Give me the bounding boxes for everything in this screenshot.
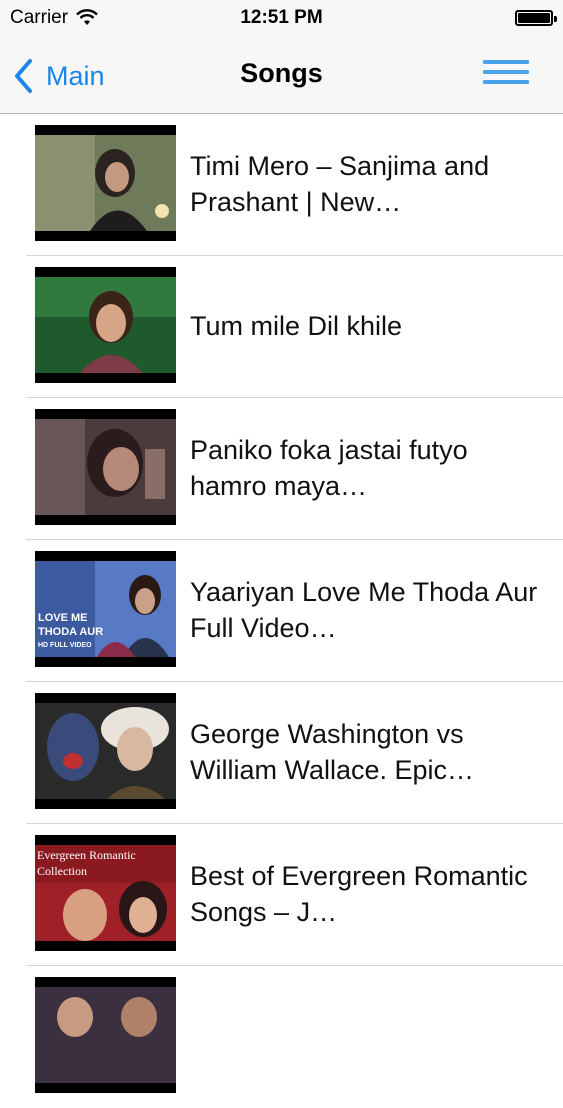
page-title: Songs <box>240 58 323 88</box>
thumb-text: Evergreen Romantic <box>37 848 136 862</box>
thumb-text: Collection <box>37 864 87 878</box>
video-thumbnail <box>35 125 176 241</box>
thumbnail-image <box>35 419 176 515</box>
song-title: Timi Mero – Sanjima and Prashant | New… <box>190 151 490 217</box>
song-title: Best of Evergreen Romantic Songs – J… <box>190 861 528 927</box>
list-item[interactable]: Timi Mero – Sanjima and Prashant | New… <box>0 114 563 256</box>
thumbnail-image <box>35 277 176 373</box>
video-thumbnail <box>35 977 176 1093</box>
navigation-bar: Main Songs <box>0 40 563 114</box>
video-thumbnail <box>35 693 176 809</box>
thumbnail-image: Evergreen Romantic Collection <box>35 845 176 941</box>
status-bar: Carrier 12:51 PM <box>0 0 563 40</box>
status-time: 12:51 PM <box>240 7 323 28</box>
thumbnail-image <box>35 135 176 231</box>
video-thumbnail <box>35 409 176 525</box>
list-item[interactable]: LOVE ME THODA AUR HD FULL VIDEO Yaariyan… <box>0 540 563 682</box>
song-title: George Washington vs William Wallace. Ep… <box>190 719 475 785</box>
song-title: Tum mile Dil khile <box>190 311 403 341</box>
thumb-text: LOVE ME <box>38 612 88 624</box>
list-item[interactable]: Paniko foka jastai futyo hamro maya… <box>0 398 563 540</box>
song-title: Paniko foka jastai futyo hamro maya… <box>190 435 468 501</box>
thumbnail-image <box>35 987 176 1083</box>
video-thumbnail <box>35 267 176 383</box>
list-item[interactable]: Tum mile Dil khile <box>0 256 563 398</box>
thumb-text: THODA AUR <box>38 626 103 638</box>
battery-icon <box>515 10 557 26</box>
list-item[interactable] <box>0 966 563 1108</box>
song-title: Yaariyan Love Me Thoda Aur Full Video… <box>190 577 538 643</box>
song-list: Timi Mero – Sanjima and Prashant | New… … <box>0 114 563 1108</box>
list-item[interactable]: George Washington vs William Wallace. Ep… <box>0 682 563 824</box>
list-item[interactable]: Evergreen Romantic Collection Best of Ev… <box>0 824 563 966</box>
video-thumbnail: Evergreen Romantic Collection <box>35 835 176 951</box>
video-thumbnail: LOVE ME THODA AUR HD FULL VIDEO <box>35 551 176 667</box>
thumbnail-image <box>35 703 176 799</box>
thumbnail-image: LOVE ME THODA AUR HD FULL VIDEO <box>35 561 176 657</box>
thumb-text: HD FULL VIDEO <box>38 642 92 649</box>
menu-button[interactable] <box>483 60 529 86</box>
hamburger-icon <box>483 60 529 84</box>
